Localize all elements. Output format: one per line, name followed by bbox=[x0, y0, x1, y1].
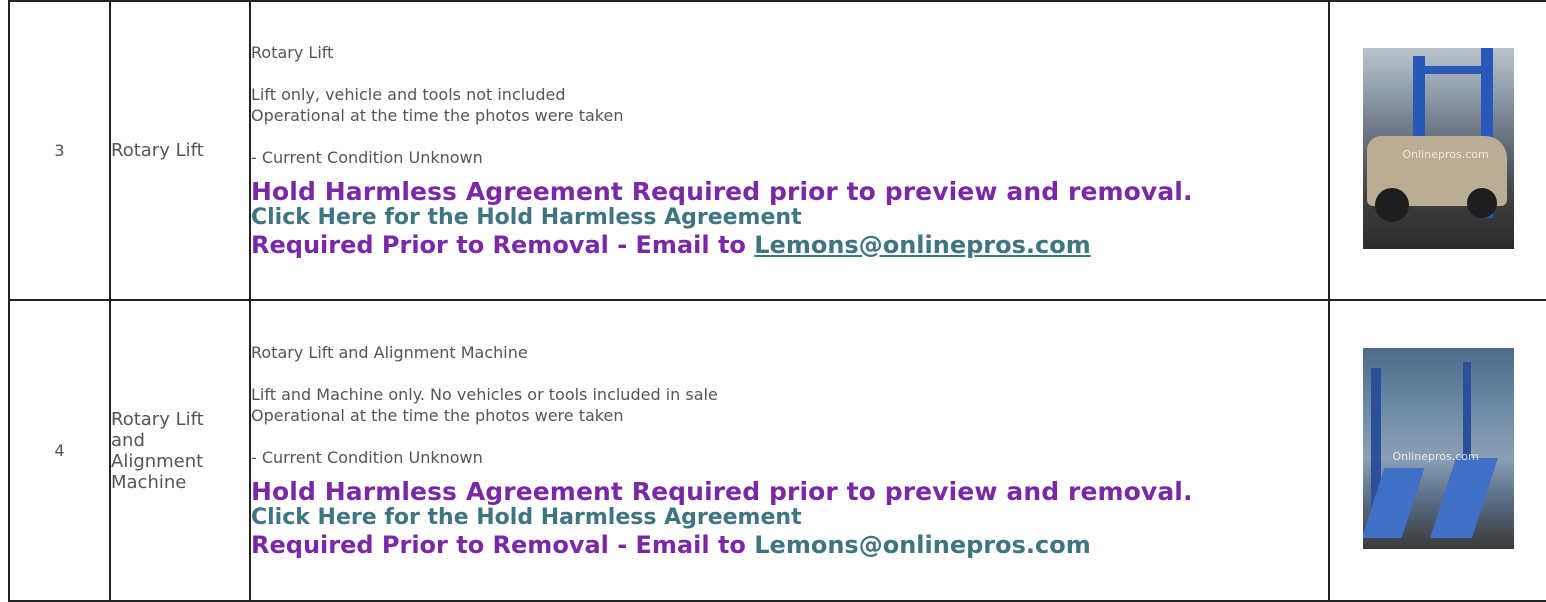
photo-watermark: Onlinepros.com bbox=[1392, 450, 1479, 463]
email-link[interactable]: Lemons@onlinepros.com bbox=[754, 231, 1090, 259]
lot-description: Rotary Lift Lift only, vehicle and tools… bbox=[249, 0, 1330, 301]
desc-title: Rotary Lift bbox=[251, 42, 334, 62]
removal-requirement: Required Prior to Removal - Email to Lem… bbox=[251, 530, 1328, 560]
desc-line: Operational at the time the photos were … bbox=[251, 405, 624, 425]
lot-image-cell: Onlinepros.com bbox=[1328, 0, 1546, 301]
lot-number: 4 bbox=[8, 299, 111, 602]
lot-title-line: Machine bbox=[111, 471, 187, 493]
condition-text: - Current Condition Unknown bbox=[251, 447, 483, 467]
removal-requirement: Required Prior to Removal - Email to Lem… bbox=[251, 230, 1328, 260]
lots-table: 3 Rotary Lift Rotary Lift Lift only, veh… bbox=[8, 0, 1546, 602]
table-row: 3 Rotary Lift Rotary Lift Lift only, veh… bbox=[8, 0, 1546, 301]
table-row: 4 Rotary Lift and Alignment Machine Rota… bbox=[8, 299, 1546, 602]
lot-image-cell: Onlinepros.com bbox=[1328, 299, 1546, 602]
lot-photo[interactable]: Onlinepros.com bbox=[1362, 348, 1514, 549]
lot-title-line: Alignment bbox=[111, 450, 204, 472]
email-link[interactable]: Lemons@onlinepros.com bbox=[754, 531, 1090, 559]
lot-title-line: Rotary Lift bbox=[111, 140, 204, 161]
hold-harmless-notice: Hold Harmless Agreement Required prior t… bbox=[251, 176, 1193, 206]
desc-line: Lift only, vehicle and tools not include… bbox=[251, 84, 566, 104]
lot-number: 3 bbox=[8, 0, 111, 301]
desc-line: Operational at the time the photos were … bbox=[251, 105, 624, 125]
desc-title: Rotary Lift and Alignment Machine bbox=[251, 342, 528, 362]
lot-title: Rotary Lift bbox=[109, 0, 251, 301]
desc-line: Lift and Machine only. No vehicles or to… bbox=[251, 384, 718, 404]
lot-title: Rotary Lift and Alignment Machine bbox=[109, 299, 251, 602]
condition-text: - Current Condition Unknown bbox=[251, 147, 483, 167]
lot-title-line: and bbox=[111, 429, 145, 451]
lot-photo[interactable]: Onlinepros.com bbox=[1362, 48, 1514, 249]
removal-prefix: Required Prior to Removal - Email to bbox=[251, 530, 755, 559]
lot-title-line: Rotary Lift bbox=[111, 408, 204, 430]
hold-harmless-notice: Hold Harmless Agreement Required prior t… bbox=[251, 476, 1193, 506]
hold-harmless-link[interactable]: Click Here for the Hold Harmless Agreeme… bbox=[251, 505, 1328, 530]
photo-watermark: Onlinepros.com bbox=[1402, 148, 1489, 161]
hold-harmless-link[interactable]: Click Here for the Hold Harmless Agreeme… bbox=[251, 205, 1328, 230]
removal-prefix: Required Prior to Removal - Email to bbox=[251, 230, 755, 259]
lot-description: Rotary Lift and Alignment Machine Lift a… bbox=[249, 299, 1330, 602]
